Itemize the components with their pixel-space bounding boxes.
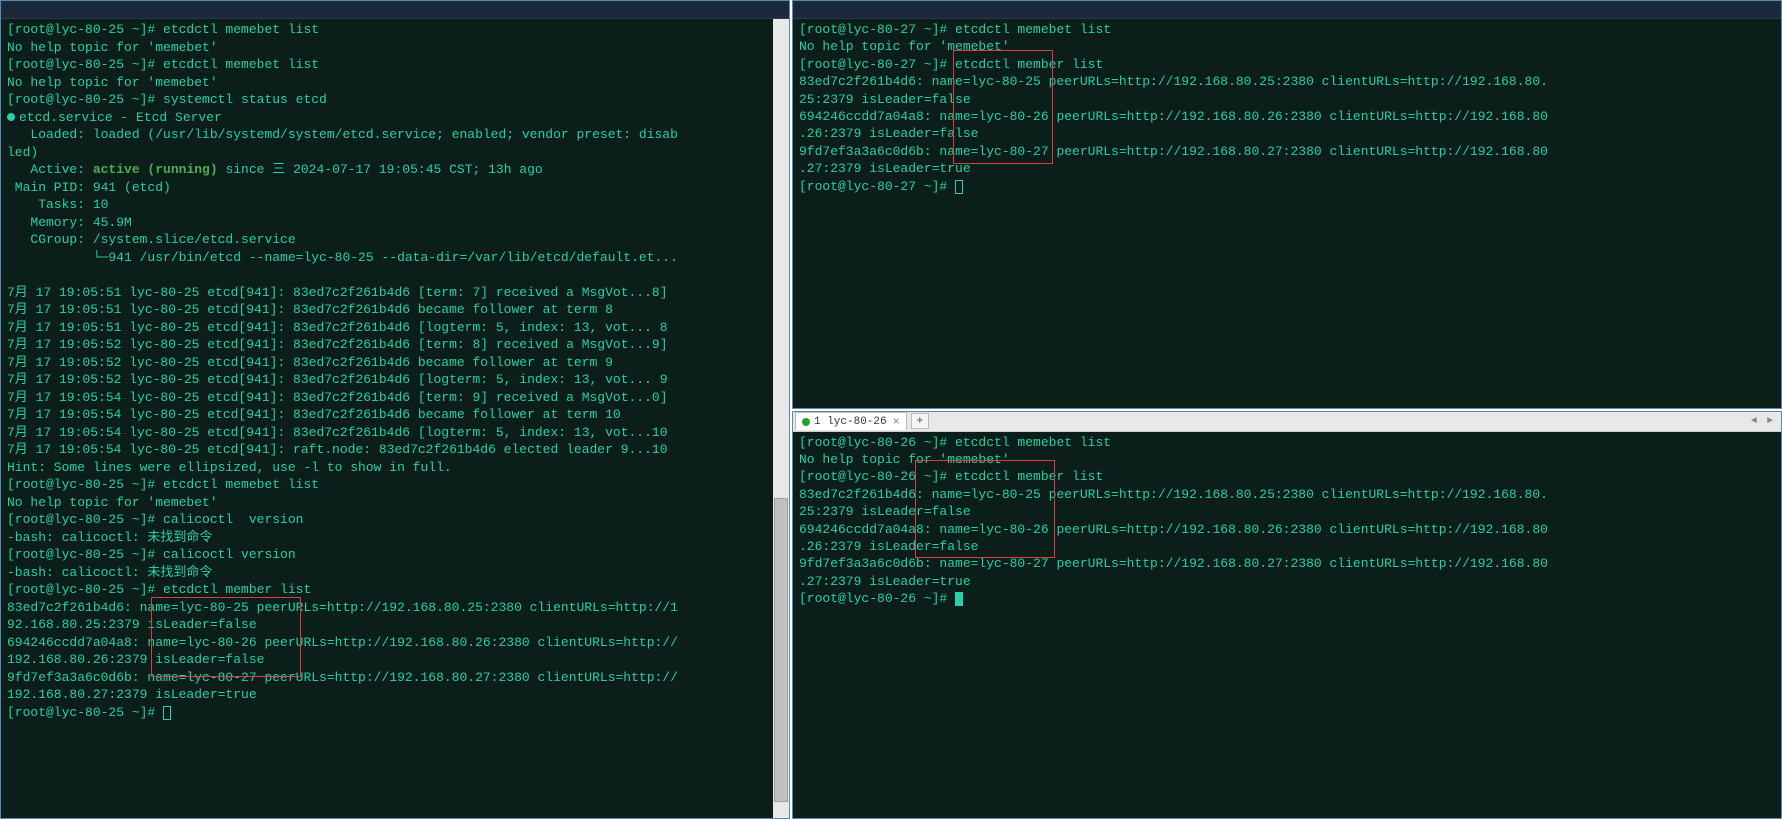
- terminal-line: Hint: Some lines were ellipsized, use -l…: [7, 459, 783, 477]
- terminal-output-bottom-right[interactable]: [root@lyc-80-26 ~]# etcdctl memebet list…: [793, 432, 1781, 610]
- chevron-right-icon[interactable]: ►: [1763, 414, 1777, 428]
- terminal-output-left[interactable]: [root@lyc-80-25 ~]# etcdctl memebet list…: [1, 19, 789, 723]
- terminal-line: .26:2379 isLeader=false: [799, 538, 1775, 555]
- scrollbar-left[interactable]: [773, 19, 789, 818]
- terminal-line: No help topic for 'memebet': [7, 494, 783, 512]
- terminal-line: [root@lyc-80-25 ~]# etcdctl memebet list: [7, 476, 783, 494]
- terminal-line: 83ed7c2f261b4d6: name=lyc-80-25 peerURLs…: [7, 599, 783, 617]
- terminal-line: 192.168.80.27:2379 isLeader=true: [7, 686, 783, 704]
- terminal-line: .27:2379 isLeader=true: [799, 573, 1775, 590]
- tab-label: 1 lyc-80-26: [814, 416, 887, 428]
- terminal-line: 7月 17 19:05:52 lyc-80-25 etcd[941]: 83ed…: [7, 336, 783, 354]
- terminal-line: 9fd7ef3a3a6c0d6b: name=lyc-80-27 peerURL…: [799, 143, 1775, 160]
- terminal-line: 7月 17 19:05:52 lyc-80-25 etcd[941]: 83ed…: [7, 371, 783, 389]
- terminal-line: No help topic for 'memebet': [7, 39, 783, 57]
- terminal-line: led): [7, 144, 783, 162]
- terminal-line: [root@lyc-80-26 ~]#: [799, 590, 1775, 607]
- tab-lyc-80-26[interactable]: 1 lyc-80-26 ×: [795, 412, 907, 430]
- terminal-line: 7月 17 19:05:54 lyc-80-25 etcd[941]: 83ed…: [7, 424, 783, 442]
- terminal-line: 9fd7ef3a3a6c0d6b: name=lyc-80-27 peerURL…: [7, 669, 783, 687]
- terminal-line: 694246ccdd7a04a8: name=lyc-80-26 peerURL…: [799, 521, 1775, 538]
- terminal-pane-lyc-80-25: [root@lyc-80-25 ~]# etcdctl memebet list…: [0, 0, 790, 819]
- terminal-line: 9fd7ef3a3a6c0d6b: name=lyc-80-27 peerURL…: [799, 555, 1775, 572]
- add-tab-button[interactable]: +: [911, 413, 929, 429]
- terminal-line: Tasks: 10: [7, 196, 783, 214]
- cursor-icon: [163, 706, 171, 720]
- terminal-line: 7月 17 19:05:54 lyc-80-25 etcd[941]: 83ed…: [7, 406, 783, 424]
- terminal-line: 7月 17 19:05:54 lyc-80-25 etcd[941]: raft…: [7, 441, 783, 459]
- terminal-line: 25:2379 isLeader=false: [799, 503, 1775, 520]
- terminal-line: Main PID: 941 (etcd): [7, 179, 783, 197]
- chevron-left-icon[interactable]: ◄: [1747, 414, 1761, 428]
- titlebar-left: [1, 1, 789, 19]
- terminal-line: 83ed7c2f261b4d6: name=lyc-80-25 peerURLs…: [799, 73, 1775, 90]
- cursor-icon: [955, 592, 963, 606]
- terminal-pane-lyc-80-26: 1 lyc-80-26 × + ◄ ► [root@lyc-80-26 ~]# …: [792, 411, 1782, 819]
- terminal-line: 83ed7c2f261b4d6: name=lyc-80-25 peerURLs…: [799, 486, 1775, 503]
- terminal-line: .26:2379 isLeader=false: [799, 125, 1775, 142]
- terminal-line: [root@lyc-80-27 ~]#: [799, 178, 1775, 195]
- terminal-line: No help topic for 'memebet': [799, 38, 1775, 55]
- terminal-line: [root@lyc-80-25 ~]# etcdctl memebet list: [7, 21, 783, 39]
- terminal-line: 694246ccdd7a04a8: name=lyc-80-26 peerURL…: [799, 108, 1775, 125]
- terminal-line: 694246ccdd7a04a8: name=lyc-80-26 peerURL…: [7, 634, 783, 652]
- terminal-line: CGroup: /system.slice/etcd.service: [7, 231, 783, 249]
- cursor-icon: [955, 180, 963, 194]
- scrollbar-thumb[interactable]: [774, 498, 788, 802]
- status-dot-icon: [802, 418, 810, 426]
- terminal-line: etcd.service - Etcd Server: [7, 109, 783, 127]
- terminal-line: 192.168.80.26:2379 isLeader=false: [7, 651, 783, 669]
- terminal-line: No help topic for 'memebet': [7, 74, 783, 92]
- terminal-line: [root@lyc-80-26 ~]# etcdctl member list: [799, 468, 1775, 485]
- terminal-line: [root@lyc-80-25 ~]# calicoctl version: [7, 511, 783, 529]
- tabbar: 1 lyc-80-26 × + ◄ ►: [793, 412, 1781, 432]
- tabbar-nav: ◄ ►: [1747, 414, 1781, 428]
- terminal-line: [root@lyc-80-27 ~]# etcdctl member list: [799, 56, 1775, 73]
- terminal-line: 25:2379 isLeader=false: [799, 91, 1775, 108]
- terminal-line: [root@lyc-80-25 ~]# calicoctl version: [7, 546, 783, 564]
- titlebar-top-right: [793, 1, 1781, 19]
- service-dot-icon: [7, 113, 15, 121]
- terminal-line: -bash: calicoctl: 未找到命令: [7, 529, 783, 547]
- terminal-line: 7月 17 19:05:51 lyc-80-25 etcd[941]: 83ed…: [7, 301, 783, 319]
- terminal-line: -bash: calicoctl: 未找到命令: [7, 564, 783, 582]
- terminal-line: 92.168.80.25:2379 isLeader=false: [7, 616, 783, 634]
- terminal-line: [root@lyc-80-25 ~]# etcdctl memebet list: [7, 56, 783, 74]
- terminal-line: 7月 17 19:05:54 lyc-80-25 etcd[941]: 83ed…: [7, 389, 783, 407]
- terminal-output-top-right[interactable]: [root@lyc-80-27 ~]# etcdctl memebet list…: [793, 19, 1781, 197]
- terminal-line: Active: active (running) since 三 2024-07…: [7, 161, 783, 179]
- terminal-pane-lyc-80-27: [root@lyc-80-27 ~]# etcdctl memebet list…: [792, 0, 1782, 409]
- terminal-line: Loaded: loaded (/usr/lib/systemd/system/…: [7, 126, 783, 144]
- terminal-line: .27:2379 isLeader=true: [799, 160, 1775, 177]
- terminal-line: 7月 17 19:05:51 lyc-80-25 etcd[941]: 83ed…: [7, 319, 783, 337]
- terminal-line: [root@lyc-80-25 ~]# etcdctl member list: [7, 581, 783, 599]
- terminal-line: [root@lyc-80-25 ~]#: [7, 704, 783, 722]
- terminal-line: [root@lyc-80-27 ~]# etcdctl memebet list: [799, 21, 1775, 38]
- terminal-line: 7月 17 19:05:52 lyc-80-25 etcd[941]: 83ed…: [7, 354, 783, 372]
- terminal-line: [7, 266, 783, 284]
- terminal-line: Memory: 45.9M: [7, 214, 783, 232]
- terminal-line: [root@lyc-80-25 ~]# systemctl status etc…: [7, 91, 783, 109]
- terminal-line: [root@lyc-80-26 ~]# etcdctl memebet list: [799, 434, 1775, 451]
- terminal-line: └─941 /usr/bin/etcd --name=lyc-80-25 --d…: [7, 249, 783, 267]
- terminal-line: 7月 17 19:05:51 lyc-80-25 etcd[941]: 83ed…: [7, 284, 783, 302]
- close-icon[interactable]: ×: [893, 416, 900, 428]
- terminal-line: No help topic for 'memebet': [799, 451, 1775, 468]
